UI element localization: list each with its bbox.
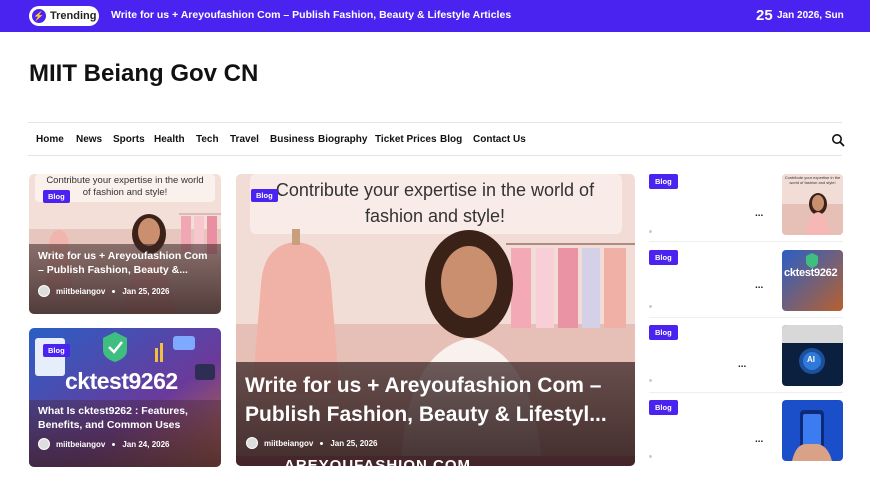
nav-item-contact-us[interactable]: Contact Us bbox=[473, 134, 526, 145]
author-name[interactable]: miitbeiangov bbox=[264, 439, 313, 448]
author-name[interactable]: miitbeiangov bbox=[56, 440, 105, 449]
main-navigation: Home News Sports Health Tech Travel Busi… bbox=[28, 122, 845, 156]
meta-dot bbox=[649, 230, 652, 233]
phone-hand-thumb bbox=[782, 400, 843, 461]
nav-item-blog[interactable]: Blog bbox=[440, 134, 462, 145]
post-title[interactable]: Write for us + Areyoufashion Com – Publi… bbox=[245, 371, 630, 429]
sidebar-post-item[interactable]: Blog ... Contribute your expertise in th… bbox=[649, 174, 843, 242]
post-card-cktest9262[interactable]: cktest9262 Blog What Is cktest9262 : Fea… bbox=[29, 328, 221, 467]
banner-text: Contribute your expertise in the world o… bbox=[275, 180, 595, 226]
sidebar-post-item[interactable]: Blog ... AI bbox=[649, 325, 843, 393]
lightning-icon: ⚡ bbox=[32, 9, 46, 23]
date-month-year: Jan 2026, Sun bbox=[777, 10, 844, 21]
nav-item-business[interactable]: Business bbox=[270, 134, 314, 145]
post-title[interactable]: Write for us + Areyoufashion Com – Publi… bbox=[38, 249, 214, 277]
nav-item-news[interactable]: News bbox=[76, 134, 102, 145]
post-date: Jan 25, 2026 bbox=[330, 438, 378, 448]
post-date: Jan 25, 2026 bbox=[122, 286, 170, 296]
post-card-write-for-us[interactable]: Contribute your expertise in the world o… bbox=[29, 174, 221, 314]
trending-headline-link[interactable]: Write for us + Areyoufashion Com – Publi… bbox=[111, 9, 511, 21]
category-badge[interactable]: Blog bbox=[649, 400, 678, 415]
post-title[interactable]: What Is cktest9262 : Features, Benefits,… bbox=[38, 404, 214, 432]
post-meta: miitbeiangov Jan 24, 2026 bbox=[38, 438, 170, 450]
author-avatar[interactable] bbox=[38, 285, 50, 297]
thumb-banner-text: Contribute your expertise in the world o… bbox=[784, 175, 841, 185]
nav-item-home[interactable]: Home bbox=[36, 134, 64, 145]
category-badge[interactable]: Blog bbox=[649, 174, 678, 189]
nav-item-health[interactable]: Health bbox=[154, 134, 185, 145]
sidebar-post-item[interactable]: Blog ... bbox=[649, 400, 843, 468]
search-icon[interactable] bbox=[831, 133, 845, 147]
post-title-ellipsis[interactable]: ... bbox=[755, 208, 763, 219]
category-badge[interactable]: Blog bbox=[43, 190, 70, 203]
image-footer-text: AREYOUFASHION.COM bbox=[284, 457, 472, 466]
post-title-ellipsis[interactable]: ... bbox=[755, 434, 763, 445]
site-title-link[interactable]: MIIT Beiang Gov CN bbox=[29, 60, 258, 88]
nav-item-travel[interactable]: Travel bbox=[230, 134, 259, 145]
thumb-title-text: cktest9262 bbox=[784, 267, 838, 279]
post-title-ellipsis[interactable]: ... bbox=[738, 359, 746, 370]
post-meta: miitbeiangov Jan 25, 2026 bbox=[38, 285, 170, 297]
author-avatar[interactable] bbox=[38, 438, 50, 450]
date-day: 25 bbox=[756, 7, 773, 24]
post-thumbnail[interactable]: AI bbox=[782, 325, 843, 386]
nav-item-ticket-prices[interactable]: Ticket Prices bbox=[375, 134, 437, 145]
tech-thumb bbox=[782, 250, 843, 311]
meta-separator bbox=[320, 441, 324, 445]
featured-post-card[interactable]: Contribute your expertise in the world o… bbox=[236, 174, 635, 466]
nav-item-sports[interactable]: Sports bbox=[113, 134, 145, 145]
category-badge[interactable]: Blog bbox=[43, 344, 70, 357]
author-name[interactable]: miitbeiangov bbox=[56, 287, 105, 296]
post-meta: miitbeiangov Jan 25, 2026 bbox=[246, 437, 378, 449]
author-avatar[interactable] bbox=[246, 437, 258, 449]
post-thumbnail[interactable]: cktest9262 bbox=[782, 250, 843, 311]
category-badge[interactable]: Blog bbox=[649, 325, 678, 340]
post-date: Jan 24, 2026 bbox=[122, 439, 170, 449]
trending-label: Trending bbox=[50, 10, 97, 22]
meta-separator bbox=[112, 289, 116, 293]
category-badge[interactable]: Blog bbox=[649, 250, 678, 265]
meta-dot bbox=[649, 379, 652, 382]
nav-item-tech[interactable]: Tech bbox=[196, 134, 219, 145]
post-thumbnail[interactable]: Contribute your expertise in the world o… bbox=[782, 174, 843, 235]
nav-item-biography[interactable]: Biography bbox=[318, 134, 367, 145]
category-badge[interactable]: Blog bbox=[251, 189, 278, 202]
meta-separator bbox=[112, 442, 116, 446]
meta-dot bbox=[649, 455, 652, 458]
trending-badge: ⚡ Trending bbox=[29, 6, 99, 26]
thumb-ai-text: AI bbox=[807, 355, 815, 364]
sidebar-post-item[interactable]: Blog ... cktest9262 bbox=[649, 250, 843, 318]
image-title-text: cktest9262 bbox=[65, 368, 178, 394]
meta-dot bbox=[649, 305, 652, 308]
post-title-ellipsis[interactable]: ... bbox=[755, 280, 763, 291]
trending-bar: ⚡ Trending Write for us + Areyoufashion … bbox=[0, 0, 870, 32]
post-thumbnail[interactable] bbox=[782, 400, 843, 461]
